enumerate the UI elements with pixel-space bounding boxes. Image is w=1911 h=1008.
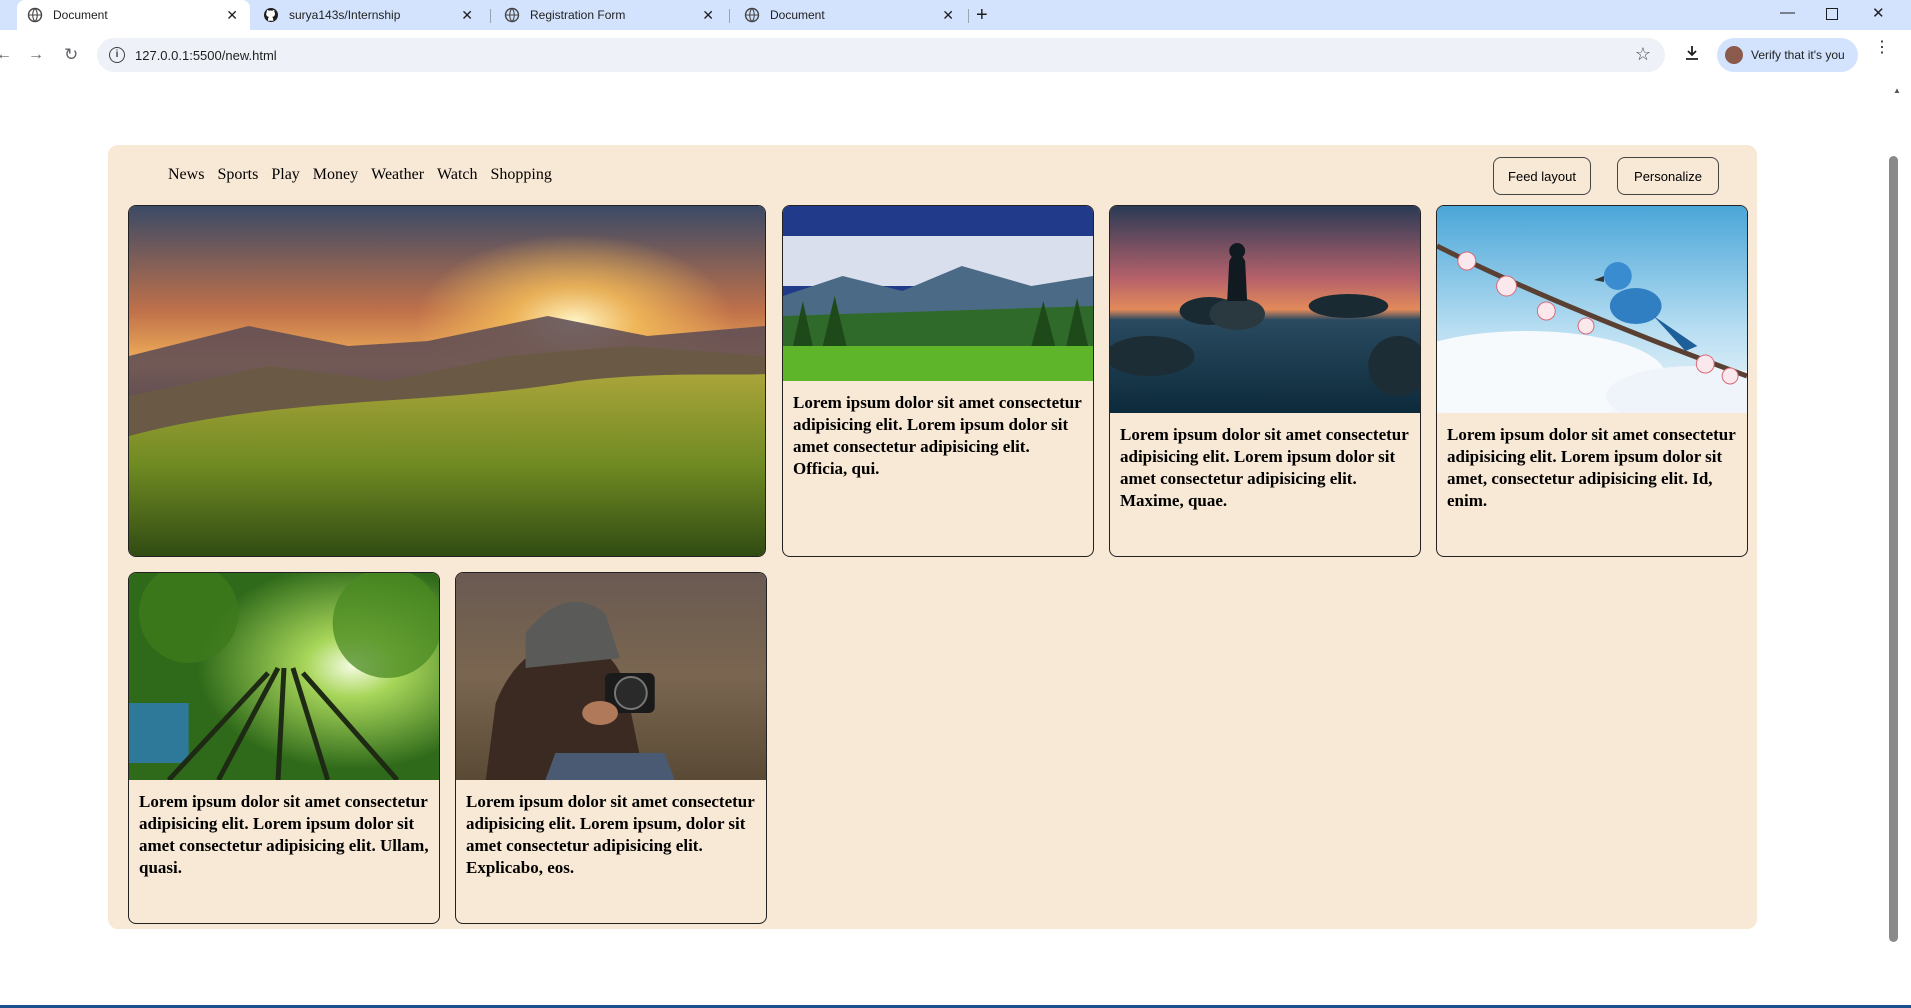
nav-watch[interactable]: Watch xyxy=(437,166,477,184)
personalize-button[interactable]: Personalize xyxy=(1617,157,1719,195)
scroll-up-arrow-icon[interactable]: ▲ xyxy=(1893,86,1901,95)
person-lake-image xyxy=(1110,206,1420,413)
feed-card[interactable]: Lorem ipsum dolor sit amet consectetur a… xyxy=(1109,205,1421,557)
feed-card[interactable]: Lorem ipsum dolor sit amet consectetur a… xyxy=(782,205,1094,557)
github-icon xyxy=(264,8,278,22)
tab-divider xyxy=(729,9,730,23)
photographer-image xyxy=(456,573,766,780)
feed-card[interactable]: Lorem ipsum dolor sit amet consectetur a… xyxy=(455,572,767,924)
card-text: Lorem ipsum dolor sit amet consectetur a… xyxy=(139,792,429,877)
nav-money[interactable]: Money xyxy=(313,166,358,184)
close-window-icon[interactable]: ✕ xyxy=(1872,4,1885,22)
tab-registration-form[interactable]: Registration Form ✕ xyxy=(494,0,726,30)
site-info-icon[interactable]: i xyxy=(109,47,125,63)
feed-card[interactable]: Lorem ipsum dolor sit amet consectetur a… xyxy=(128,572,440,924)
url-text[interactable]: 127.0.0.1:5500/new.html xyxy=(135,48,277,63)
tab-title: Document xyxy=(770,8,825,22)
more-menu-icon[interactable]: ⋮ xyxy=(1874,40,1890,56)
forest-canopy-image xyxy=(129,573,439,780)
globe-icon xyxy=(27,7,43,23)
browser-toolbar: ← → ↻ i 127.0.0.1:5500/new.html ☆ Verify… xyxy=(0,30,1911,82)
bluebird-blossom-image xyxy=(1437,206,1747,413)
feed-card[interactable]: Lorem ipsum dolor sit amet consectetur a… xyxy=(1436,205,1748,557)
minimize-icon[interactable]: — xyxy=(1780,4,1795,21)
close-tab-icon[interactable]: ✕ xyxy=(702,8,714,22)
tab-title: surya143s/Internship xyxy=(289,8,401,22)
avatar xyxy=(1725,46,1743,64)
scrollbar-thumb[interactable] xyxy=(1889,156,1898,942)
nav-play[interactable]: Play xyxy=(271,166,299,184)
tab-github[interactable]: surya143s/Internship ✕ xyxy=(253,0,485,30)
nav-weather[interactable]: Weather xyxy=(371,166,424,184)
nav-shopping[interactable]: Shopping xyxy=(491,166,552,184)
card-text: Lorem ipsum dolor sit amet consectetur a… xyxy=(1447,425,1736,510)
card-text: Lorem ipsum dolor sit amet consectetur a… xyxy=(466,792,755,877)
new-tab-icon[interactable]: + xyxy=(976,5,988,25)
nav-sports[interactable]: Sports xyxy=(217,166,258,184)
feed-card-featured[interactable] xyxy=(128,205,766,557)
back-arrow-icon[interactable]: ← xyxy=(0,47,12,63)
verify-label: Verify that it's you xyxy=(1751,48,1845,62)
tab-divider xyxy=(490,9,491,23)
globe-icon xyxy=(744,7,760,23)
close-tab-icon[interactable]: ✕ xyxy=(226,8,238,22)
globe-icon xyxy=(504,7,520,23)
feed-layout-button[interactable]: Feed layout xyxy=(1493,157,1591,195)
download-icon[interactable] xyxy=(1683,44,1701,62)
nav-news[interactable]: News xyxy=(168,166,204,184)
forward-arrow-icon[interactable]: → xyxy=(28,47,44,63)
maximize-icon[interactable] xyxy=(1826,5,1838,20)
reload-icon[interactable]: ↻ xyxy=(64,46,78,63)
tab-document[interactable]: Document ✕ xyxy=(734,0,966,30)
sunset-meadow-image xyxy=(129,206,765,556)
close-tab-icon[interactable]: ✕ xyxy=(461,8,473,22)
close-tab-icon[interactable]: ✕ xyxy=(942,8,954,22)
bookmark-star-icon[interactable]: ☆ xyxy=(1635,44,1651,65)
tab-title: Registration Form xyxy=(530,8,626,22)
address-bar[interactable]: i 127.0.0.1:5500/new.html ☆ xyxy=(97,38,1665,72)
card-text: Lorem ipsum dolor sit amet consectetur a… xyxy=(793,393,1082,478)
card-text: Lorem ipsum dolor sit amet consectetur a… xyxy=(1120,425,1409,510)
alpine-valley-image xyxy=(783,206,1093,381)
tab-title: Document xyxy=(53,8,108,22)
top-nav: News Sports Play Money Weather Watch Sho… xyxy=(168,166,565,184)
tab-strip: Document ✕ surya143s/Internship ✕ Regist… xyxy=(0,0,1911,30)
profile-verify-button[interactable]: Verify that it's you xyxy=(1717,38,1858,72)
tab-document-active[interactable]: Document ✕ xyxy=(17,0,250,30)
tab-divider xyxy=(968,9,969,23)
